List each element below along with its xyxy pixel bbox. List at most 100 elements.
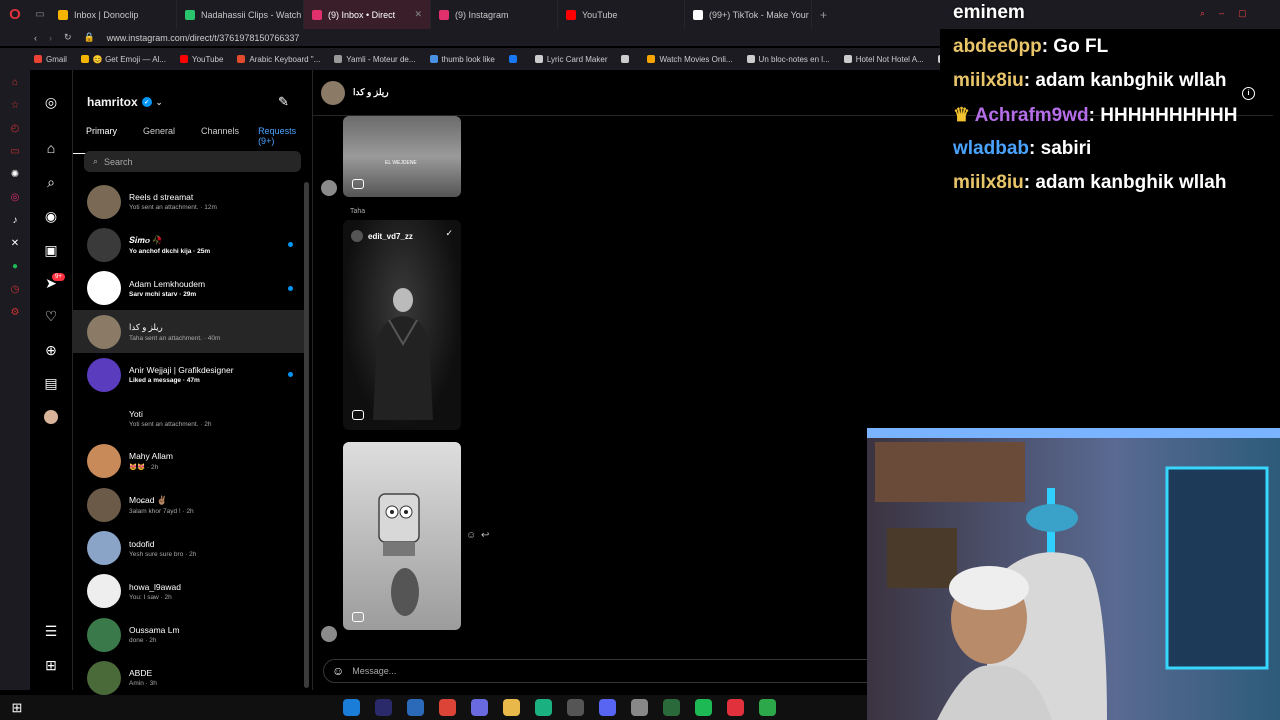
opera-logo-icon[interactable]: O	[0, 0, 30, 29]
react-emoji-icon[interactable]: ☺	[466, 530, 476, 541]
home-nav-icon[interactable]: ⌂	[41, 138, 61, 158]
star-icon[interactable]: ☆	[9, 99, 21, 111]
obs-icon[interactable]	[567, 699, 584, 716]
browser-tab[interactable]: (9) Instagram	[431, 0, 558, 29]
bookmark-item[interactable]: 😊 Get Emoji — Al...	[80, 55, 166, 64]
conversation-item[interactable]: howa_l9awad You: I saw · 2h	[73, 570, 305, 613]
spotify-side-icon[interactable]: ●	[9, 260, 21, 272]
search-input[interactable]	[104, 156, 285, 167]
lock-icon[interactable]: 🔒	[84, 32, 95, 43]
folder-icon[interactable]	[503, 699, 520, 716]
app-icon[interactable]	[759, 699, 776, 716]
create-icon[interactable]: ⊕	[41, 340, 61, 360]
tab-requests[interactable]: Requests (9+)	[252, 122, 313, 154]
bookmark-item[interactable]: Un bloc-notes en l...	[746, 55, 830, 64]
conversation-item[interactable]: Reels d streamat Yoti sent an attachment.…	[73, 180, 305, 223]
bookmark-item[interactable]: thumb look like	[429, 55, 495, 64]
app-icon[interactable]	[663, 699, 680, 716]
clock-icon[interactable]: ◷	[9, 283, 21, 295]
bookmark-item[interactable]: Hotel Not Hotel A...	[843, 55, 924, 64]
bookmark-item[interactable]: Yamli - Moteur de...	[334, 55, 416, 64]
dashboard-icon[interactable]: ▤	[41, 373, 61, 393]
conversation-item[interactable]: Mahy Allam 😻😻 · 2h	[73, 440, 305, 483]
conversation-item[interactable]: Adam Lemkhoudem Sarv mchi starv · 29m	[73, 267, 305, 310]
bookmark-item[interactable]: Watch Movies Onli...	[647, 54, 733, 64]
browser-tab[interactable]: Inbox | Donoclip	[50, 0, 177, 29]
explore-icon[interactable]: ◉	[41, 206, 61, 226]
reel-attachment[interactable]: EL WEJDENE	[343, 116, 461, 197]
opera-icon[interactable]	[727, 699, 744, 716]
home-icon[interactable]: ⌂	[9, 76, 21, 88]
bookmark-item[interactable]: Arabic Keyboard "...	[237, 55, 320, 64]
also-from-meta-icon[interactable]: ⊞	[41, 655, 61, 675]
bookmark-item[interactable]: YouTube	[179, 55, 223, 64]
discord-icon[interactable]	[599, 699, 616, 716]
reply-icon[interactable]: ↩	[481, 530, 489, 541]
minimize-icon[interactable]: –	[1219, 8, 1224, 19]
back-icon[interactable]: ‹	[34, 33, 37, 43]
browser-tab-active[interactable]: (9) Inbox • Direct ✕	[304, 0, 431, 29]
tiktok-side-icon[interactable]: ♪	[9, 214, 21, 226]
bookmark-icon[interactable]: ▭	[9, 145, 21, 157]
conversation-item[interactable]: Oussama Lm done · 2h	[73, 613, 305, 656]
bookmark-item[interactable]	[508, 55, 521, 63]
history-icon[interactable]: ◴	[9, 122, 21, 134]
bookmark-item[interactable]: Hotel Not Hotel -...	[937, 55, 940, 64]
url-field[interactable]: www.instagram.com/direct/t/3761978150766…	[107, 33, 300, 43]
chrome-icon[interactable]	[439, 699, 456, 716]
close-tab-icon[interactable]: ✕	[414, 9, 422, 20]
bookmark-item[interactable]: Lyric Card Maker	[534, 55, 607, 64]
conversation-item[interactable]: Moɕad ✌🏽 3alam khor 7ayd ! · 2h	[73, 483, 305, 526]
bookmark-item[interactable]	[621, 55, 633, 63]
bookmark-label: Watch Movies Onli...	[659, 54, 733, 64]
app-icon[interactable]	[471, 699, 488, 716]
app-icon[interactable]	[535, 699, 552, 716]
bookmark-label: Arabic Keyboard "...	[249, 54, 321, 64]
conversation-item[interactable]: 𝑺𝒊𝒎𝒐 🥀 Yo anchof dkchi kija · 25m	[73, 223, 305, 266]
browser-tab[interactable]: YouTube	[558, 0, 685, 29]
message-input[interactable]	[352, 666, 833, 676]
chatgpt-icon[interactable]: ✺	[9, 168, 21, 180]
spotify-icon[interactable]	[695, 699, 712, 716]
more-menu-icon[interactable]: ☰	[41, 621, 61, 641]
heart-icon[interactable]: ♡	[41, 306, 61, 326]
steam-icon[interactable]	[407, 699, 424, 716]
tab-channels[interactable]: Channels	[188, 122, 252, 154]
new-tab-button[interactable]: +	[812, 8, 835, 22]
app-icon[interactable]	[631, 699, 648, 716]
reels-icon[interactable]: ▣	[41, 240, 61, 260]
reel-attachment[interactable]	[343, 442, 461, 630]
instagram-logo-icon[interactable]: ◎	[41, 92, 61, 112]
browser-tab[interactable]: Nadahassii Clips - Watch	[177, 0, 304, 29]
conversation-item[interactable]: Yoti Yoti sent an attachment. · 2h	[73, 396, 305, 439]
x-side-icon[interactable]: ✕	[9, 237, 21, 249]
account-switcher[interactable]: hamritox ✓ ⌄	[87, 95, 162, 109]
reel-attachment[interactable]: edit_vd7_zz ✓	[343, 220, 461, 430]
conversation-scrollbar[interactable]	[304, 182, 309, 688]
bookmark-item[interactable]: Gmail	[34, 55, 67, 64]
search-nav-icon[interactable]: ⌕	[41, 172, 61, 192]
tab-overview-icon[interactable]: ▭	[30, 9, 50, 20]
compose-icon[interactable]: ✎	[278, 94, 289, 110]
conversation-item[interactable]: Anir Wejjaji | Grafikdesigner Liked a mes…	[73, 353, 305, 396]
windows-start-icon[interactable]: ⊞	[0, 700, 34, 716]
conversation-item[interactable]: todofid Yesh sure sure bro · 2h	[73, 526, 305, 569]
bookmark-label: Gmail	[46, 54, 67, 64]
info-icon[interactable]: i	[1242, 87, 1255, 100]
maximize-icon[interactable]: ▢	[1238, 8, 1247, 19]
instagram-icon	[439, 9, 449, 20]
tab-general[interactable]: General	[130, 122, 188, 154]
profile-avatar[interactable]	[41, 407, 61, 427]
instagram-side-icon[interactable]: ◎	[9, 191, 21, 203]
forward-icon[interactable]: ›	[49, 33, 52, 43]
browser-tab[interactable]: (99+) TikTok - Make Your	[685, 0, 812, 29]
conversation-item[interactable]: ريلز و كدا Taha sent an attachment. · 40m	[73, 309, 305, 354]
settings-icon[interactable]: ⚙	[9, 306, 21, 318]
edge-icon[interactable]	[343, 699, 360, 716]
reload-icon[interactable]: ↻	[64, 32, 72, 43]
conversation-item[interactable]: ABDE Amin · 3h	[73, 656, 305, 699]
tab-primary[interactable]: Primary	[73, 122, 130, 154]
emoji-icon[interactable]: ☺	[332, 664, 344, 678]
premiere-icon[interactable]	[375, 699, 392, 716]
search-tabs-icon[interactable]: ⌕	[1200, 8, 1205, 19]
